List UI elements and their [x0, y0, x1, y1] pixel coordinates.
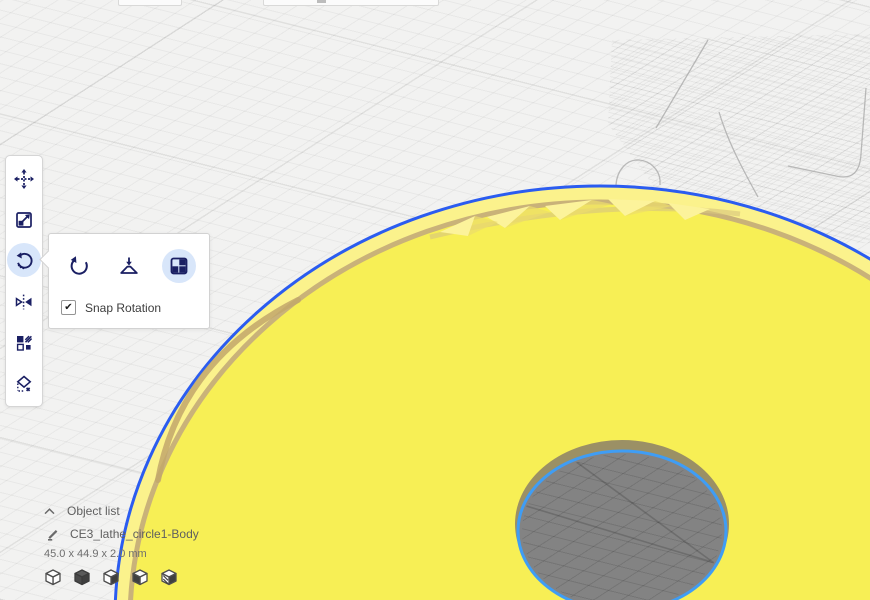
cube-front-face-icon [132, 568, 148, 585]
lay-flat-button[interactable] [111, 248, 147, 284]
model-dimensions: 45.0 x 44.9 x 2.0 mm [44, 548, 147, 560]
move-icon [14, 168, 34, 189]
viewcube-solid-button[interactable] [71, 566, 93, 588]
rotate-icon [16, 251, 33, 269]
model-hole [515, 440, 729, 600]
per-model-settings-button[interactable] [6, 322, 42, 363]
viewcube-front-face-button[interactable] [129, 566, 151, 588]
per-model-settings-icon [16, 335, 33, 351]
snap-rotation-label: Snap Rotation [85, 300, 162, 315]
support-blocker-button[interactable] [6, 363, 42, 404]
viewcube-hatched-button[interactable] [158, 566, 180, 588]
snap-rotation-checkbox[interactable]: ✔ [61, 300, 76, 315]
snap-rotation-toggle[interactable]: ✔ Snap Rotation [61, 300, 161, 315]
cube-right-face-icon [103, 568, 119, 585]
lay-flat-icon [120, 257, 138, 274]
checkmark-icon: ✔ [64, 301, 73, 313]
rotate-tool-button[interactable] [6, 240, 42, 281]
view-mode-row [42, 566, 180, 588]
model-disc [114, 184, 870, 600]
tool-sidebar [5, 155, 43, 407]
object-list-label: Object list [67, 504, 120, 518]
move-tool-button[interactable] [6, 158, 42, 199]
rim-facets [440, 199, 710, 236]
scale-icon [16, 211, 32, 228]
reset-rotation-button[interactable] [61, 248, 97, 284]
cube-wireframe-icon [45, 568, 61, 585]
pencil-icon [48, 529, 58, 541]
rotate-tool-panel: ✔ Snap Rotation [39, 233, 210, 329]
mirror-tool-button[interactable] [6, 281, 42, 322]
object-name: CE3_lathe_circle1-Body [70, 527, 199, 541]
reset-rotation-icon [70, 256, 88, 275]
top-panel-cutoff-right [263, 0, 439, 6]
scale-tool-button[interactable] [6, 199, 42, 240]
cube-solid-icon [74, 568, 90, 585]
top-panel-handle [317, 0, 326, 3]
object-list-toggle[interactable]: Object list [44, 504, 120, 518]
ghost-outline-lines [615, 39, 867, 198]
object-list-item[interactable]: CE3_lathe_circle1-Body [46, 527, 199, 541]
select-face-button[interactable] [161, 248, 197, 284]
viewcube-right-face-button[interactable] [100, 566, 122, 588]
mirror-icon [15, 294, 32, 309]
chevron-up-icon [44, 507, 55, 514]
app-window: ✔ Snap Rotation Object list CE3_lathe_ci… [0, 0, 870, 600]
viewcube-wireframe-button[interactable] [42, 566, 64, 588]
support-blocker-icon [16, 374, 32, 392]
select-face-icon [170, 257, 188, 275]
top-panel-cutoff-left [118, 0, 182, 6]
cube-hatched-icon [161, 568, 177, 585]
